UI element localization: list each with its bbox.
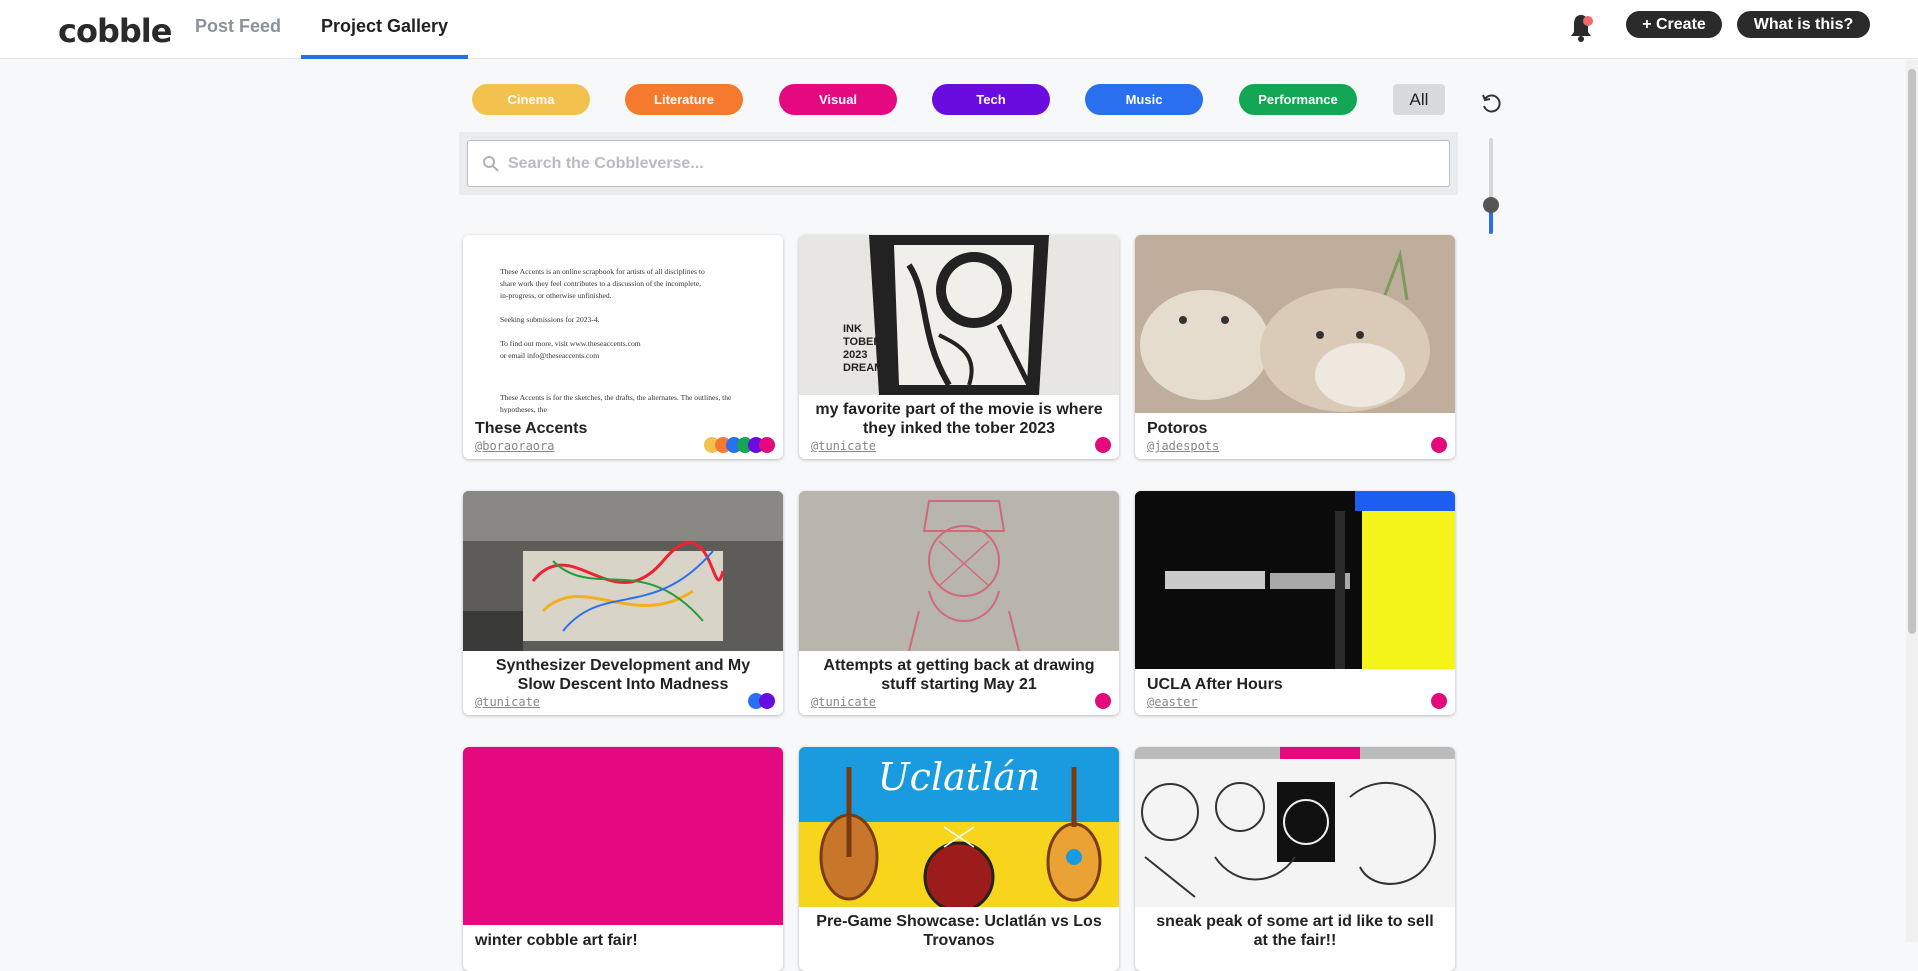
project-card[interactable]: Uclatlán Pre-Game Showcase: Uclatlán vs … (799, 747, 1119, 971)
doc-text-line: These Accents is an online scrapbook for… (500, 267, 705, 276)
category-dot (1431, 693, 1447, 709)
doc-text-line: in-progress, or otherwise unfinished. (500, 291, 612, 300)
project-author-link[interactable]: @tunicate (811, 439, 876, 453)
doc-text-line: To find out more, visit www.theseaccents… (500, 339, 641, 348)
category-dot (1431, 437, 1447, 453)
category-music[interactable]: Music (1085, 84, 1203, 115)
cobble-logo[interactable]: cobble (58, 12, 172, 50)
doc-text-line: share work they feel contributes to a di… (500, 279, 701, 288)
category-dots (1095, 693, 1111, 709)
category-dots (704, 437, 775, 453)
project-title[interactable]: my favorite part of the movie is where t… (811, 400, 1107, 438)
project-author-link[interactable]: @easter (1147, 695, 1198, 709)
category-dot (759, 437, 775, 453)
project-thumbnail: These Accents is an online scrapbook for… (463, 235, 783, 413)
project-author-link[interactable]: @jadespots (1147, 439, 1219, 453)
project-card[interactable]: Synthesizer Development and My Slow Desc… (463, 491, 783, 715)
project-card[interactable]: UCLA After Hours @easter (1135, 491, 1455, 715)
project-card[interactable]: INK TOBER 2023 DREAM my favorite part of… (799, 235, 1119, 459)
category-dots (748, 693, 775, 709)
project-thumbnail (463, 491, 783, 651)
project-thumbnail: Uclatlán (799, 747, 1119, 907)
project-title[interactable]: winter cobble art fair! (475, 931, 771, 950)
active-tab-indicator (301, 55, 468, 59)
project-title[interactable]: Synthesizer Development and My Slow Desc… (475, 656, 771, 694)
category-dots (1431, 693, 1447, 709)
category-tech[interactable]: Tech (932, 84, 1050, 115)
category-visual[interactable]: Visual (779, 84, 897, 115)
project-thumbnail (799, 491, 1119, 651)
tab-post-feed[interactable]: Post Feed (195, 16, 281, 37)
project-author-link[interactable]: @tunicate (811, 695, 876, 709)
category-performance[interactable]: Performance (1239, 84, 1357, 115)
page-scrollbar-thumb[interactable] (1908, 69, 1916, 634)
project-title[interactable]: Pre-Game Showcase: Uclatlán vs Los Trova… (811, 912, 1107, 950)
doc-text-line: or email info@theseaccents.com (500, 351, 600, 360)
top-nav-bar: cobble Post Feed Project Gallery + Creat… (0, 0, 1918, 59)
project-title[interactable]: Potoros (1147, 419, 1443, 438)
category-all-button[interactable]: All (1393, 84, 1445, 115)
project-card[interactable]: winter cobble art fair! (463, 747, 783, 971)
category-dot (759, 693, 775, 709)
project-thumbnail (1135, 235, 1455, 413)
project-thumbnail (1135, 491, 1455, 669)
search-icon (483, 156, 499, 172)
what-is-this-button[interactable]: What is this? (1737, 11, 1870, 38)
project-author-link[interactable]: @boraoraora (475, 439, 554, 453)
project-card[interactable]: sneak peak of some art id like to sell a… (1135, 747, 1455, 971)
project-thumbnail (463, 747, 783, 925)
project-title[interactable]: Attempts at getting back at drawing stuf… (811, 656, 1107, 694)
doc-text-line: These Accents is for the sketches, the d… (500, 393, 732, 413)
search-container (459, 132, 1458, 195)
notification-badge (1583, 16, 1593, 26)
search-box[interactable] (467, 140, 1450, 187)
tab-project-gallery[interactable]: Project Gallery (321, 16, 448, 37)
project-thumbnail: INK TOBER 2023 DREAM (799, 235, 1119, 395)
category-dots (1431, 437, 1447, 453)
category-literature[interactable]: Literature (625, 84, 743, 115)
project-title[interactable]: UCLA After Hours (1147, 675, 1443, 694)
reset-icon[interactable] (1480, 93, 1502, 115)
project-title[interactable]: These Accents (475, 419, 771, 438)
doc-text-line: Seeking submissions for 2023-4. (500, 315, 600, 324)
category-dot (1095, 437, 1111, 453)
project-thumbnail (1135, 747, 1455, 907)
zoom-slider-thumb[interactable] (1483, 197, 1499, 213)
project-author-link[interactable]: @tunicate (475, 695, 540, 709)
project-title[interactable]: sneak peak of some art id like to sell a… (1147, 912, 1443, 950)
project-card[interactable]: Potoros @jadespots (1135, 235, 1455, 459)
category-dots (1095, 437, 1111, 453)
create-button[interactable]: + Create (1626, 11, 1722, 38)
project-card[interactable]: Attempts at getting back at drawing stuf… (799, 491, 1119, 715)
category-dot (1095, 693, 1111, 709)
artwork-lettering: INK TOBER 2023 DREAM (843, 323, 884, 374)
category-cinema[interactable]: Cinema (472, 84, 590, 115)
artwork-lettering: Uclatlán (877, 755, 1041, 799)
project-card[interactable]: These Accents is an online scrapbook for… (463, 235, 783, 459)
search-input[interactable] (508, 153, 1428, 175)
